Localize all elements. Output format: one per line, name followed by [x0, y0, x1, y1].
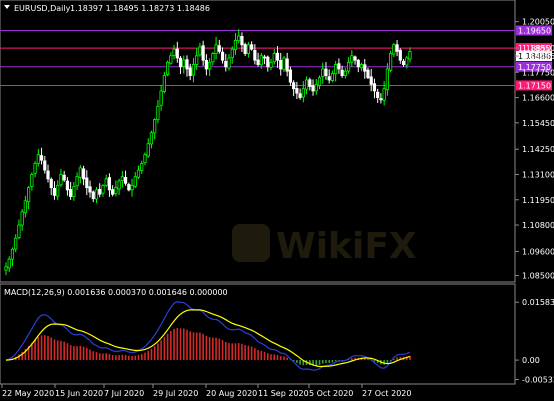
price-level-label: 1.19650 — [518, 26, 551, 35]
chart-title: EURUSD,Daily — [14, 4, 71, 13]
macd-tick-label: 0.00 — [522, 356, 540, 365]
macd-axis: 0.015838 0.00 -0.005331 — [515, 298, 554, 385]
time-tick-label: 20 Aug 2020 — [206, 389, 257, 398]
time-axis: 22 May 2020 15 Jun 2020 7 Jul 2020 29 Jul 2… — [1, 384, 411, 398]
time-tick-label: 7 Jul 2020 — [104, 389, 144, 398]
time-tick-label: 29 Jul 2020 — [153, 389, 198, 398]
ohlc-readout: 1.18397 1.18495 1.18273 1.18486 — [70, 4, 210, 13]
time-tick-label: 5 Oct 2020 — [309, 389, 353, 398]
watermark: WikiFX — [232, 224, 417, 267]
price-tick-label: 1.20050 — [522, 18, 554, 27]
time-tick-label: 27 Oct 2020 — [362, 389, 411, 398]
price-level-tag: 1.17150 — [516, 80, 552, 91]
time-tick-label: 22 May 2020 — [2, 389, 54, 398]
watermark-text: WikiFX — [276, 226, 417, 267]
price-tick-label: 1.13100 — [522, 170, 554, 179]
price-tick-label: 1.10800 — [522, 221, 554, 230]
price-tick-label: 1.11950 — [522, 196, 554, 205]
candle — [282, 56, 286, 72]
candle — [389, 50, 393, 73]
chart: WikiFX 1.196501.188501.177501.171501.184… — [0, 0, 554, 398]
price-tick-label: 1.14250 — [522, 145, 554, 154]
time-tick-label: 11 Sep 2020 — [258, 389, 309, 398]
price-tick-label: 1.15450 — [522, 119, 554, 128]
candle — [165, 60, 170, 77]
time-tick-label: 15 Jun 2020 — [55, 389, 103, 398]
price-tick-label: 1.17750 — [522, 68, 554, 77]
macd-title: MACD(12,26,9) 0.001636 0.000370 0.001646… — [4, 288, 228, 297]
macd-tick-label: -0.005331 — [522, 376, 554, 385]
watermark-logo-icon — [232, 224, 270, 262]
price-level-tag: 1.19650 — [516, 25, 552, 36]
price-level-label: 1.17150 — [518, 81, 551, 90]
macd-tick-label: 0.015838 — [522, 298, 554, 307]
price-tick-label: 1.09600 — [522, 247, 554, 256]
macd-panel: MACD(12,26,9) 0.001636 0.000370 0.001646… — [0, 283, 516, 385]
price-tick-label: 1.18486 — [522, 52, 554, 61]
main-price-panel: WikiFX 1.196501.188501.177501.171501.184… — [0, 0, 552, 283]
price-tick-label: 1.16600 — [522, 94, 554, 103]
price-tick-label: 1.08500 — [522, 272, 554, 281]
